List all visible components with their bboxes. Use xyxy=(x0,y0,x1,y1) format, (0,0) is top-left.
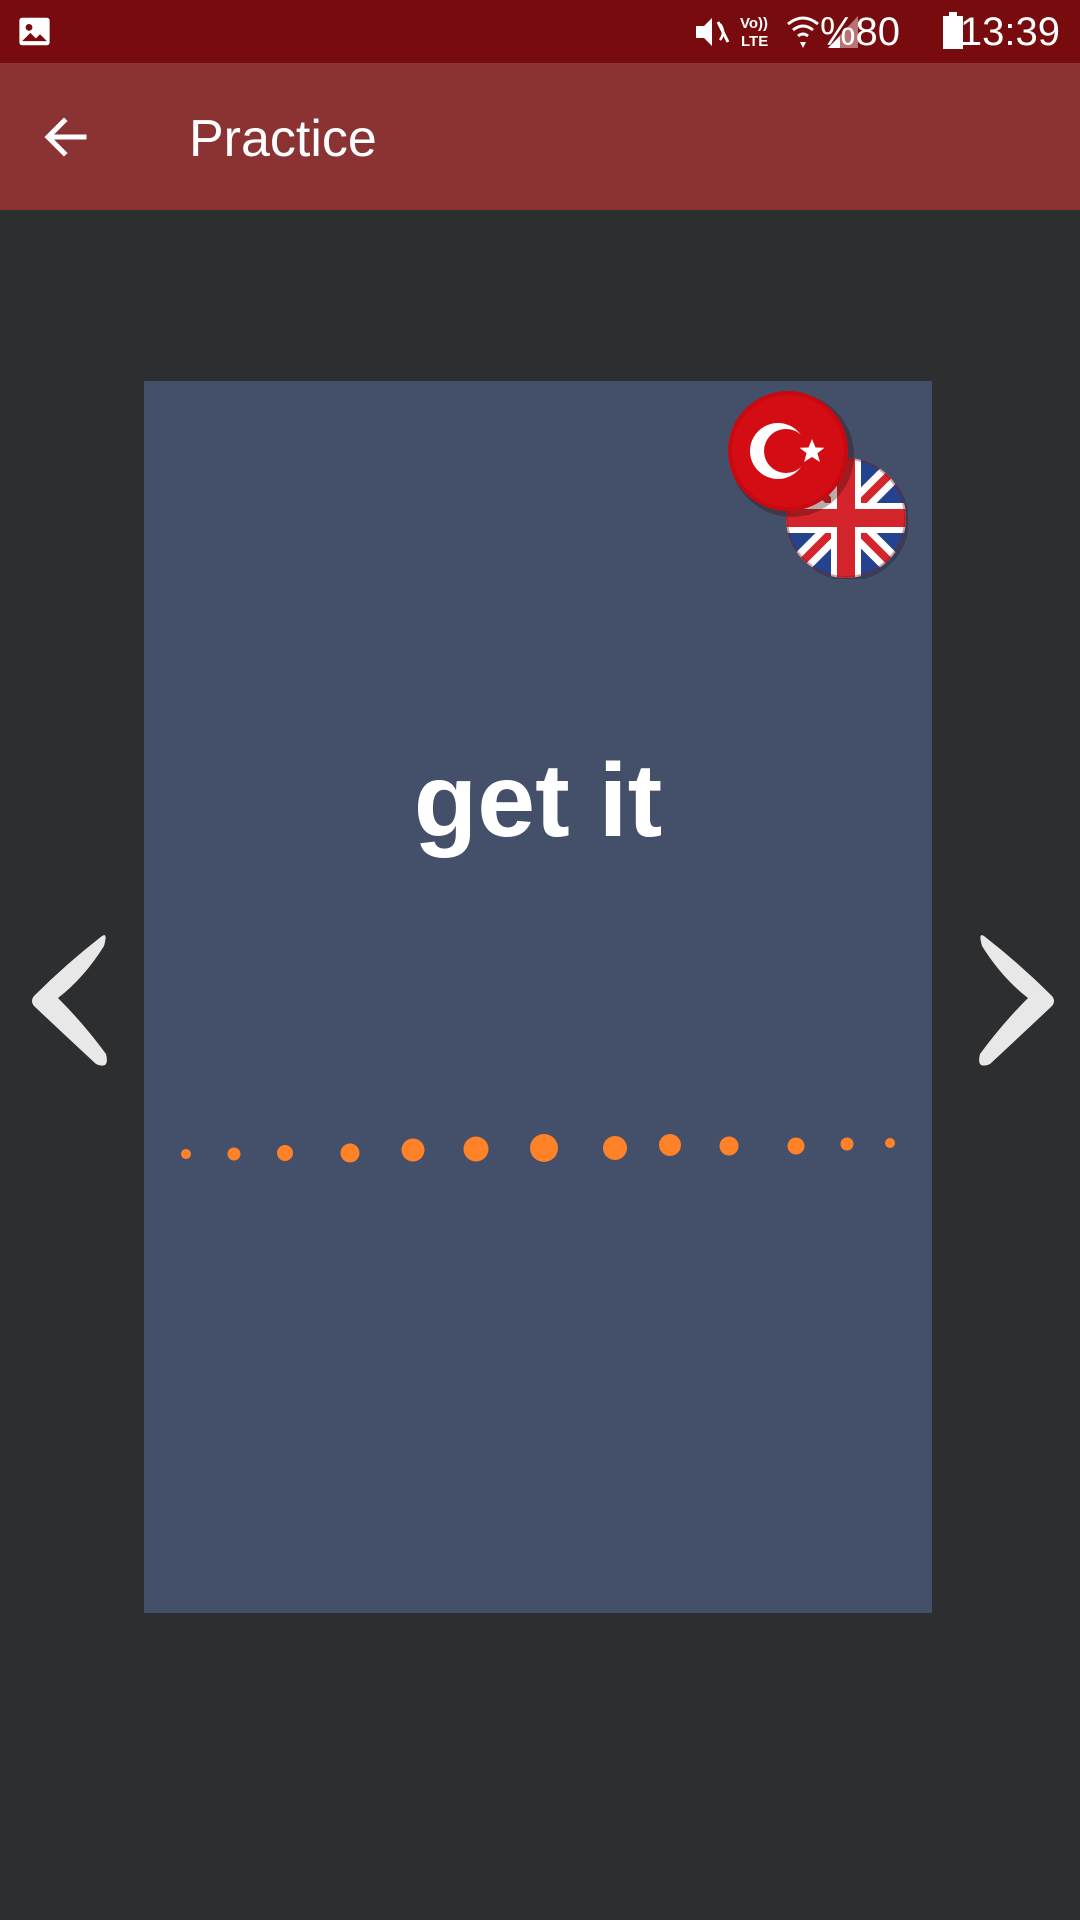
wifi-icon xyxy=(787,16,819,48)
audio-visualizer xyxy=(181,1134,895,1163)
app-bar: Practice xyxy=(0,63,1080,210)
volte-icon: Vo)) LTE xyxy=(740,15,768,50)
status-bar: Vo)) LTE %80 13:39 xyxy=(0,0,1080,63)
page-title: Practice xyxy=(189,110,377,168)
gallery-icon xyxy=(19,17,50,46)
flashcard[interactable]: get it xyxy=(144,381,932,1613)
vibrate-mute-icon xyxy=(696,18,730,46)
svg-text:LTE: LTE xyxy=(741,33,768,50)
flashcard-word: get it xyxy=(413,743,663,859)
status-time: 13:39 xyxy=(959,10,1060,54)
battery-percent: %80 xyxy=(819,10,900,54)
chevron-left-icon[interactable] xyxy=(28,928,120,1074)
language-flags xyxy=(728,391,908,579)
arrow-left-icon xyxy=(44,117,87,157)
back-button[interactable] xyxy=(30,101,102,173)
practice-screen: Vo)) LTE %80 13:39 Practice get it xyxy=(0,0,1080,1920)
turkey-flag-icon xyxy=(728,391,854,517)
svg-text:Vo)): Vo)) xyxy=(740,15,768,32)
chevron-right-icon[interactable] xyxy=(966,928,1058,1074)
